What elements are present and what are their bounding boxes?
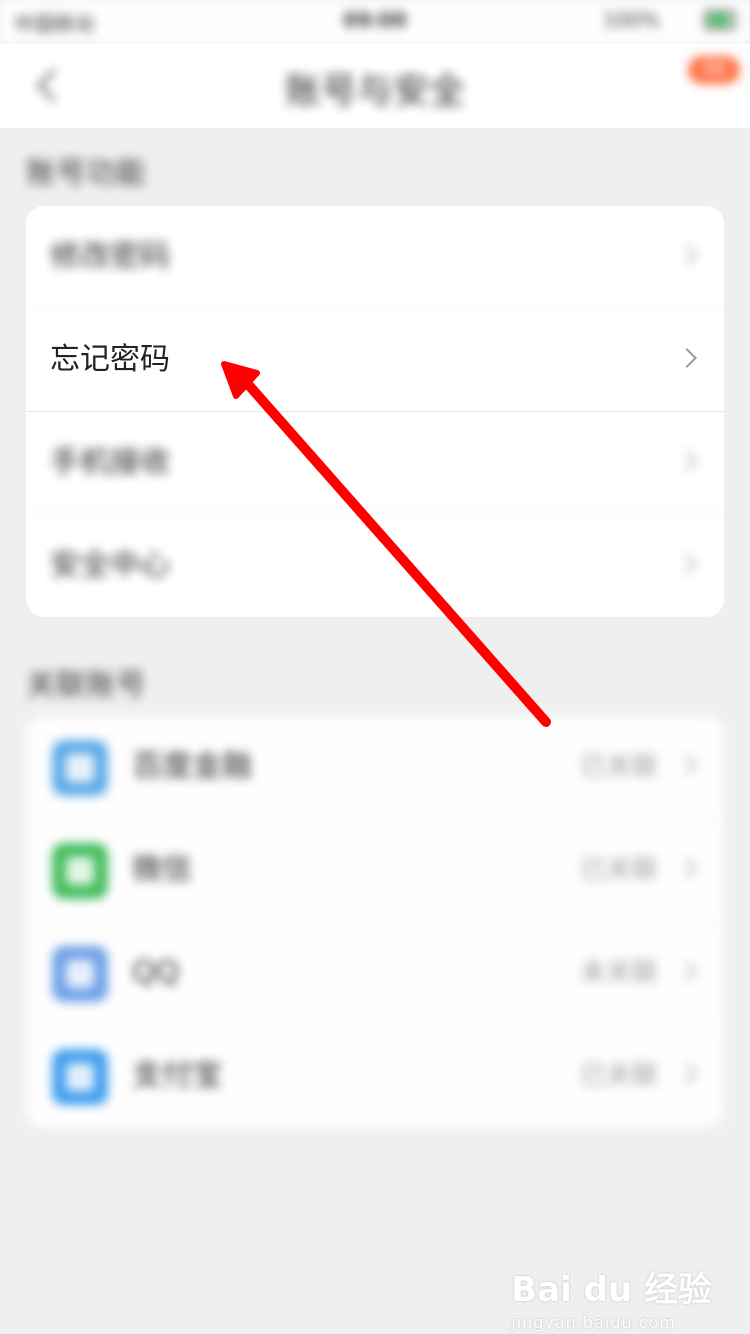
messages-button[interactable]: 99 bbox=[680, 50, 740, 100]
chevron-right-icon bbox=[677, 451, 697, 471]
linked-account-row[interactable]: 微信 已关联 bbox=[26, 819, 724, 922]
link-status: 未关联 bbox=[579, 958, 658, 988]
message-count-badge: 99 bbox=[688, 56, 740, 84]
linked-section-title: 关联账号 bbox=[26, 668, 146, 703]
alipay-icon bbox=[52, 1049, 108, 1105]
battery-percentage: 100% bbox=[602, 8, 660, 32]
link-status: 已关联 bbox=[579, 855, 658, 885]
chevron-right-icon bbox=[677, 858, 697, 878]
chevron-right-icon bbox=[677, 1064, 697, 1084]
chevron-right-icon bbox=[677, 554, 697, 574]
linked-account-name: 支付宝 bbox=[132, 1058, 222, 1093]
battery-icon bbox=[704, 10, 736, 30]
chevron-right-icon bbox=[677, 755, 697, 775]
wechat-icon bbox=[52, 843, 108, 899]
account-card: 修改密码 忘记密码 手机接收 安全中心 bbox=[26, 206, 724, 617]
link-status: 已关联 bbox=[579, 1061, 658, 1091]
linked-account-name: 百度金融 bbox=[132, 749, 252, 784]
watermark-url: jingyan.baidu.com bbox=[511, 1313, 676, 1332]
list-item-forgot-password[interactable]: 忘记密码 bbox=[26, 309, 724, 412]
linked-account-row[interactable]: QQ 未关联 bbox=[26, 922, 724, 1025]
list-item-phone[interactable]: 手机接收 bbox=[26, 412, 724, 515]
chevron-right-icon bbox=[677, 348, 697, 368]
list-item-label: 安全中心 bbox=[50, 548, 170, 583]
status-bar: 中国移动 09:00 100% bbox=[0, 0, 750, 44]
linked-account-row[interactable]: 支付宝 已关联 bbox=[26, 1025, 724, 1127]
baidu-jingyan-watermark: Bai du 经验 jingyan.baidu.com bbox=[511, 1262, 712, 1332]
linked-accounts-card: 百度金融 已关联 微信 已关联 QQ 未关联 支付宝 已关联 bbox=[26, 716, 724, 1127]
watermark-brand: Bai du 经验 bbox=[511, 1270, 712, 1310]
link-status: 已关联 bbox=[579, 752, 658, 782]
list-item-label: 忘记密码 bbox=[50, 342, 170, 377]
chevron-right-icon bbox=[677, 961, 697, 981]
chevron-right-icon bbox=[677, 245, 697, 265]
navigation-bar: 账号与安全 99 bbox=[0, 44, 750, 128]
list-item-security-center[interactable]: 安全中心 bbox=[26, 515, 724, 617]
page-title: 账号与安全 bbox=[284, 71, 465, 112]
linked-account-name: QQ bbox=[132, 955, 180, 990]
linked-account-name: 微信 bbox=[132, 852, 192, 887]
baidu-finance-icon bbox=[52, 740, 108, 796]
list-item-label: 手机接收 bbox=[50, 445, 170, 480]
qq-icon bbox=[52, 946, 108, 1002]
account-section-title: 账号功能 bbox=[26, 156, 146, 191]
list-item-label: 修改密码 bbox=[50, 239, 170, 274]
linked-account-row[interactable]: 百度金融 已关联 bbox=[26, 716, 724, 819]
list-item-change-password[interactable]: 修改密码 bbox=[26, 206, 724, 309]
